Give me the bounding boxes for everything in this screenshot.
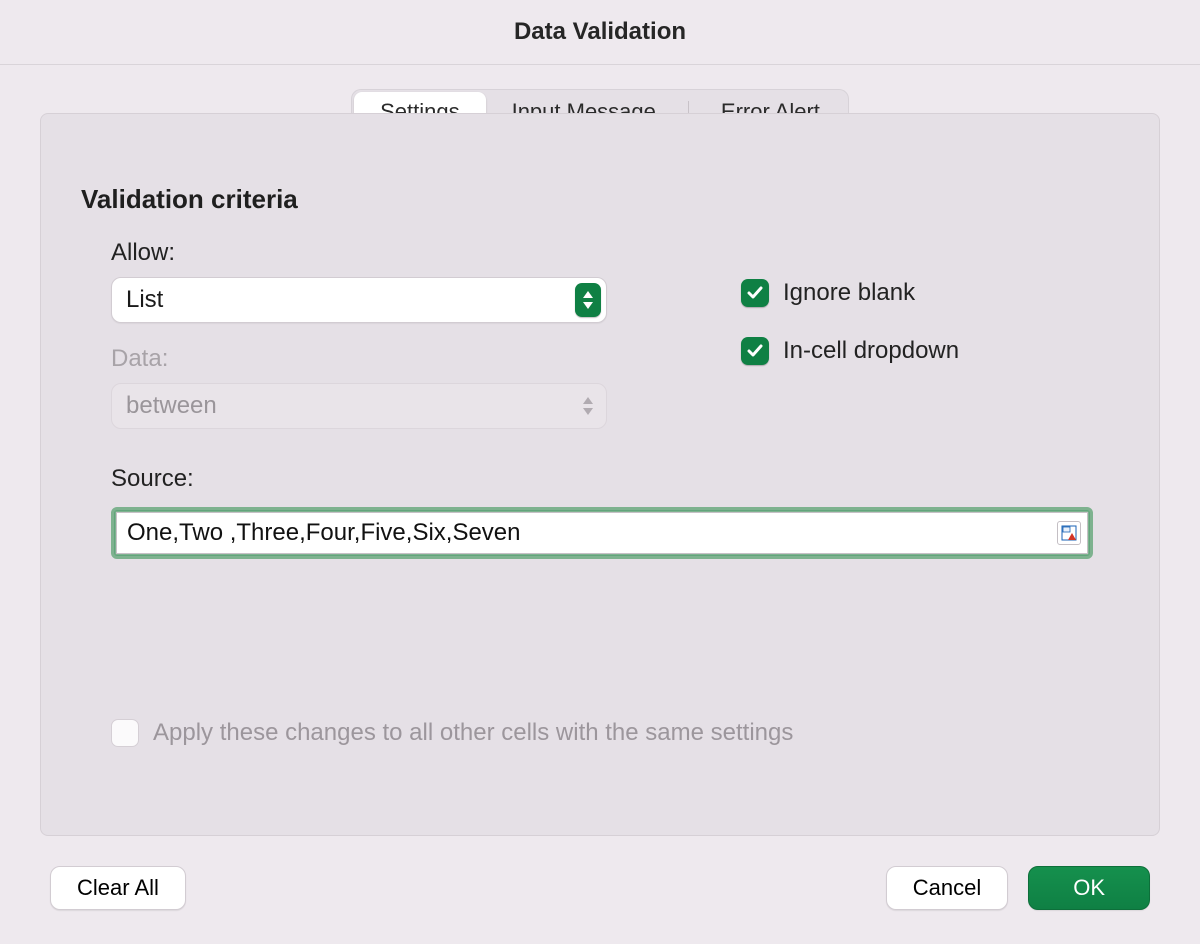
apply-all-checkbox [111, 719, 139, 747]
check-icon [746, 342, 764, 360]
ignore-blank-checkbox[interactable] [741, 279, 769, 307]
source-label: Source: [111, 465, 1119, 493]
form-area: Allow: List Data: between [81, 239, 1119, 747]
data-label: Data: [111, 345, 631, 373]
allow-stepper-icon[interactable] [575, 283, 601, 317]
data-select: between [111, 383, 607, 429]
ignore-blank-label: Ignore blank [783, 279, 915, 307]
data-select-value: between [126, 392, 217, 420]
range-picker-icon [1061, 525, 1077, 541]
settings-panel: Validation criteria Allow: List Data: [40, 113, 1160, 836]
range-picker-button[interactable] [1057, 521, 1081, 545]
allow-select[interactable]: List [111, 277, 607, 323]
allow-select-value: List [126, 286, 163, 314]
dialog-title: Data Validation [0, 0, 1200, 65]
source-input[interactable] [116, 512, 1088, 554]
in-cell-dropdown-checkbox[interactable] [741, 337, 769, 365]
data-validation-dialog: Data Validation Settings Input Message E… [0, 0, 1200, 944]
in-cell-dropdown-label: In-cell dropdown [783, 337, 959, 365]
dialog-footer: Clear All Cancel OK [0, 836, 1200, 944]
check-icon [746, 284, 764, 302]
clear-all-button[interactable]: Clear All [50, 866, 186, 910]
apply-all-label: Apply these changes to all other cells w… [153, 719, 793, 747]
source-field-wrap [111, 507, 1093, 559]
section-title: Validation criteria [81, 184, 1119, 215]
data-stepper-icon [575, 389, 601, 423]
cancel-button[interactable]: Cancel [886, 866, 1008, 910]
ok-button[interactable]: OK [1028, 866, 1150, 910]
allow-label: Allow: [111, 239, 631, 267]
